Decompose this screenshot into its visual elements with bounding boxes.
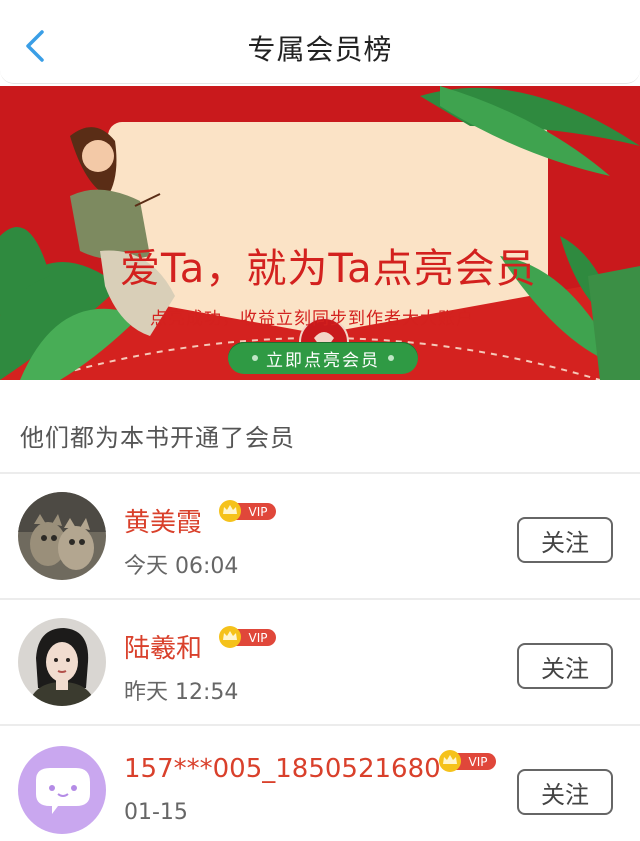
member-time: 昨天 12:54 (124, 680, 239, 705)
svg-text:VIP: VIP (249, 505, 268, 519)
cta-dot-right (388, 355, 394, 361)
woman-photo-icon (18, 618, 106, 706)
svg-text:VIP: VIP (249, 631, 268, 645)
svg-text:VIP: VIP (469, 755, 488, 769)
follow-button[interactable]: 关注 (517, 517, 613, 563)
follow-button[interactable]: 关注 (517, 769, 613, 815)
avatar[interactable] (18, 492, 106, 580)
banner-illustration (0, 86, 640, 380)
default-chat-avatar-icon (18, 746, 106, 834)
section-heading: 他们都为本书开通了会员 (20, 424, 295, 452)
banner-headline: 爱Ta，就为Ta点亮会员 (120, 246, 537, 292)
member-time: 01-15 (124, 800, 188, 825)
member-name[interactable]: 陆羲和 (124, 628, 202, 665)
member-row[interactable]: 陆羲和 VIP 昨天 12:54 关注 (0, 600, 640, 726)
cats-photo-icon (18, 492, 106, 580)
avatar[interactable] (18, 746, 106, 834)
member-time: 今天 06:04 (124, 554, 239, 579)
promo-banner[interactable]: 爱Ta，就为Ta点亮会员 点亮成功，收益立刻同步到作者大大账户 立即点亮会员 (0, 86, 640, 380)
vip-crown-icon: VIP (219, 500, 276, 522)
cta-dot-left (252, 355, 258, 361)
banner-subtitle: 点亮成功，收益立刻同步到作者大大账户 (150, 309, 474, 329)
member-row[interactable]: 黄美霞 VIP 今天 06:04 关注 (0, 474, 640, 600)
page-title: 专属会员榜 (247, 33, 393, 66)
top-bar: 专属会员榜 (0, 0, 640, 84)
member-name[interactable]: 157***005_1850521680 (124, 754, 441, 784)
member-row[interactable]: 157***005_1850521680 VIP 01-15 关注 (0, 726, 640, 841)
member-name[interactable]: 黄美霞 (124, 502, 202, 539)
vip-crown-icon: VIP (219, 626, 276, 648)
follow-button[interactable]: 关注 (517, 643, 613, 689)
light-up-vip-button[interactable]: 立即点亮会员 (228, 342, 418, 374)
avatar[interactable] (18, 618, 106, 706)
cta-label: 立即点亮会员 (266, 350, 380, 371)
vip-crown-icon: VIP (439, 750, 496, 772)
